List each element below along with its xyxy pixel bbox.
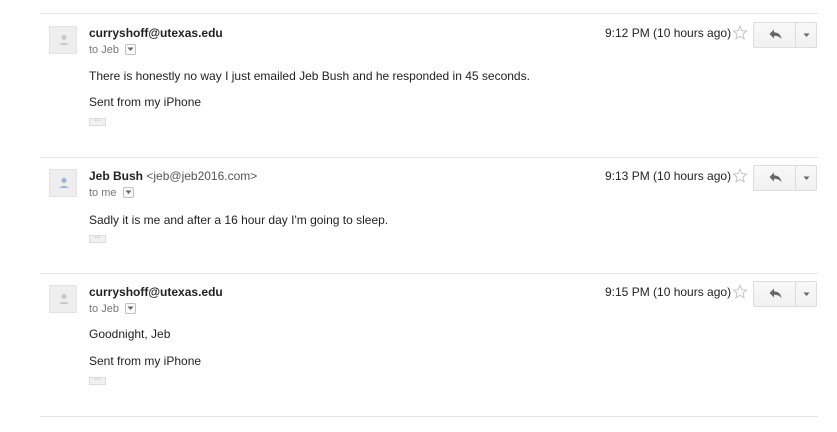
recipient-line: to Jeb [89,301,137,315]
message-timestamp: 9:13 PM (10 hours ago) [605,169,732,183]
star-button[interactable] [732,283,748,300]
sender-name: Jeb Bush [89,169,144,183]
star-outline-icon [732,24,748,40]
person-silhouette-icon [59,178,69,188]
reply-arrow-icon [769,29,782,39]
recipient-label: to me [89,187,117,199]
show-trimmed-content-button[interactable]: ··· [89,376,106,385]
reply-button[interactable] [754,282,795,306]
show-details-button[interactable] [125,303,137,314]
reply-button-group [753,165,817,191]
sender-name: curryshoff@utexas.edu [89,285,223,299]
reply-button-group [753,281,817,307]
recipient-label: to Jeb [89,44,119,56]
avatar [49,285,77,313]
star-button[interactable] [732,24,748,41]
star-outline-icon [732,167,748,183]
avatar [49,26,77,54]
chevron-down-icon [127,306,134,310]
sender[interactable]: curryshoff@utexas.edu [89,26,223,40]
sender-email: <jeb@jeb2016.com> [146,169,258,183]
dropdown-arrow-icon [803,176,810,180]
more-options-button[interactable] [794,282,816,306]
email-message: curryshoff@utexas.edu to Jeb Goodnight, … [0,273,837,413]
more-options-button[interactable] [794,23,816,47]
star-outline-icon [732,283,748,299]
recipient-line: to Jeb [89,42,137,56]
message-body-line: There is honestly no way I just emailed … [89,69,530,83]
dropdown-arrow-icon [803,33,810,37]
recipient-label: to Jeb [89,303,119,315]
message-signature: Sent from my iPhone [89,354,202,368]
message-body-line: Goodnight, Jeb [89,327,171,341]
show-details-button[interactable] [122,187,134,198]
more-options-button[interactable] [794,166,816,190]
email-message: curryshoff@utexas.edu to Jeb There is ho… [0,14,837,154]
reply-arrow-icon [769,172,782,182]
show-details-button[interactable] [125,44,137,55]
sender[interactable]: Jeb Bush <jeb@jeb2016.com> [89,169,257,183]
show-trimmed-content-button[interactable]: ··· [89,234,106,243]
star-button[interactable] [732,167,748,184]
reply-button-group [753,22,817,48]
dropdown-arrow-icon [803,292,810,296]
recipient-line: to me [89,185,134,199]
chevron-down-icon [125,190,132,194]
message-timestamp: 9:15 PM (10 hours ago) [605,285,732,299]
person-silhouette-icon [59,294,69,304]
sender[interactable]: curryshoff@utexas.edu [89,285,223,299]
message-signature: Sent from my iPhone [89,95,202,109]
reply-arrow-icon [769,288,782,298]
message-timestamp: 9:12 PM (10 hours ago) [605,26,732,40]
reply-button[interactable] [754,166,795,190]
person-silhouette-icon [59,35,69,45]
reply-button[interactable] [754,23,795,47]
divider-bottom [40,416,818,417]
avatar [49,169,77,197]
message-body-line: Sadly it is me and after a 16 hour day I… [89,213,389,227]
sender-name: curryshoff@utexas.edu [89,26,223,40]
chevron-down-icon [127,47,134,51]
show-trimmed-content-button[interactable]: ··· [89,117,106,126]
